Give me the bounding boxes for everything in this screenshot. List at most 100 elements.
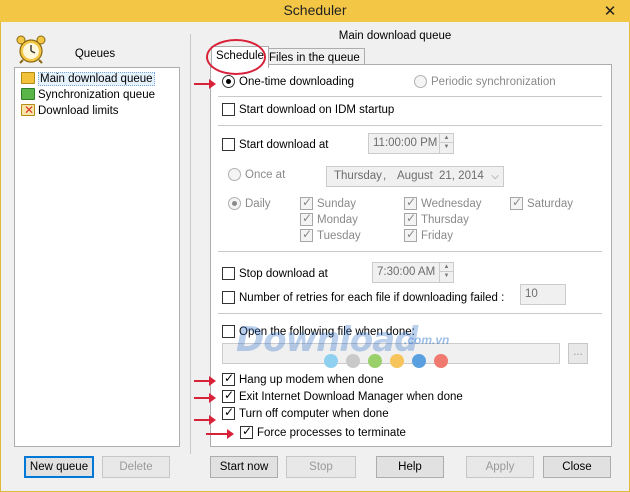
annotation-arrow-icon [194,79,216,89]
stop-at-label: Stop download at [239,268,328,280]
turn-off-label: Turn off computer when done [239,408,389,420]
queue-item-label: Synchronization queue [38,89,155,101]
watermark-dot [412,354,426,368]
queue-item-sync[interactable]: Synchronization queue [21,87,155,103]
start-time-spinner[interactable]: ▲ ▼ [439,134,453,153]
day-tuesday[interactable]: Tuesday [300,227,361,242]
exit-idm-checkbox[interactable] [222,388,235,403]
limits-icon: ✕ [21,103,35,117]
start-on-startup-label: Start download on IDM startup [239,104,395,116]
retries-label: Number of retries for each file if downl… [239,292,505,304]
periodic-radio[interactable] [414,75,427,88]
sunday-checkbox[interactable] [300,195,313,210]
watermark-dot [324,354,338,368]
turn-off-checkbox[interactable] [222,405,235,420]
stop-button[interactable]: Stop [286,456,356,478]
stop-time-field[interactable]: 7:30:00 AM ▲ ▼ [372,262,454,283]
queue-item-label: Main download queue [38,72,155,86]
thursday-label: Thursday [421,214,469,226]
watermark-domain: .com.vn [404,333,450,347]
start-on-startup-option[interactable]: Start download on IDM startup [222,103,394,116]
pane-divider [190,34,191,454]
spin-up-icon[interactable]: ▲ [440,263,453,272]
day-saturday[interactable]: Saturday [510,195,573,210]
hang-up-checkbox[interactable] [222,371,235,386]
help-button[interactable]: Help [376,456,444,478]
start-now-button[interactable]: Start now [210,456,278,478]
spin-down-icon[interactable]: ▼ [440,272,453,281]
queues-heading: Queues [74,48,116,60]
hang-up-option[interactable]: Hang up modem when done [222,371,384,386]
thursday-checkbox[interactable] [404,211,417,226]
day-thursday[interactable]: Thursday [404,211,469,226]
day-wednesday[interactable]: Wednesday [404,195,482,210]
force-terminate-option[interactable]: Force processes to terminate [240,424,406,439]
wednesday-checkbox[interactable] [404,195,417,210]
delete-button[interactable]: Delete [102,456,170,478]
title-bar: Scheduler ✕ [0,0,630,22]
daily-radio[interactable] [228,197,241,210]
one-time-radio[interactable] [222,75,235,88]
stop-time-spinner[interactable]: ▲ ▼ [439,263,453,282]
stop-time-value: 7:30:00 AM [377,266,436,278]
apply-button[interactable]: Apply [466,456,534,478]
queue-item-main[interactable]: Main download queue [21,71,155,87]
new-queue-button[interactable]: New queue [24,456,94,478]
day-sunday[interactable]: Sunday [300,195,357,210]
separator [218,251,602,252]
friday-checkbox[interactable] [404,227,417,242]
close-button[interactable]: Close [543,456,611,478]
sunday-label: Sunday [317,198,357,210]
once-at-radio[interactable] [228,168,241,181]
tuesday-label: Tuesday [317,230,361,242]
stop-at-option[interactable]: Stop download at [222,267,328,280]
retries-checkbox[interactable] [222,291,235,304]
monday-checkbox[interactable] [300,211,313,226]
date-picker[interactable]: Thursday , August 21, 2014 ⌵ [326,166,504,187]
window-title: Scheduler [283,2,347,18]
once-at-label: Once at [245,169,286,181]
annotation-arrow-icon [206,429,234,439]
daily-option[interactable]: Daily [228,197,271,210]
annotation-arrow-icon [194,415,216,425]
exit-idm-option[interactable]: Exit Internet Download Manager when done [222,388,463,403]
saturday-checkbox[interactable] [510,195,523,210]
separator [218,125,602,126]
monday-label: Monday [317,214,358,226]
start-time-value: 11:00:00 PM [373,137,438,149]
force-terminate-checkbox[interactable] [240,424,253,439]
queue-item-label: Download limits [38,105,119,117]
separator [218,313,602,314]
start-on-startup-checkbox[interactable] [222,103,235,116]
queue-item-limits[interactable]: ✕ Download limits [21,103,119,119]
once-at-option[interactable]: Once at [228,168,285,181]
turn-off-option[interactable]: Turn off computer when done [222,405,389,420]
tuesday-checkbox[interactable] [300,227,313,242]
retries-option[interactable]: Number of retries for each file if downl… [222,291,504,304]
friday-label: Friday [421,230,453,242]
force-terminate-label: Force processes to terminate [257,427,406,439]
annotation-arrow-icon [194,393,216,403]
close-window-icon[interactable]: ✕ [600,1,620,22]
stop-at-checkbox[interactable] [222,267,235,280]
start-at-option[interactable]: Start download at [222,138,329,151]
one-time-option[interactable]: One-time downloading [222,75,354,88]
start-at-checkbox[interactable] [222,138,235,151]
browse-button[interactable]: ... [568,343,588,364]
hang-up-label: Hang up modem when done [239,374,384,386]
start-time-field[interactable]: 11:00:00 PM ▲ ▼ [368,133,454,154]
queue-list[interactable]: Main download queue Synchronization queu… [14,67,180,447]
spin-down-icon[interactable]: ▼ [440,143,453,152]
open-file-checkbox[interactable] [222,325,235,338]
date-month: August [397,170,433,182]
day-monday[interactable]: Monday [300,211,358,226]
periodic-label: Periodic synchronization [431,76,556,88]
spin-up-icon[interactable]: ▲ [440,134,453,143]
retries-input[interactable]: 10 [520,284,566,305]
queue-title: Main download queue [338,30,452,42]
periodic-option[interactable]: Periodic synchronization [414,75,556,88]
watermark-dot [368,354,382,368]
chevron-down-icon[interactable]: ⌵ [491,167,499,186]
day-friday[interactable]: Friday [404,227,453,242]
one-time-label: One-time downloading [239,76,355,88]
